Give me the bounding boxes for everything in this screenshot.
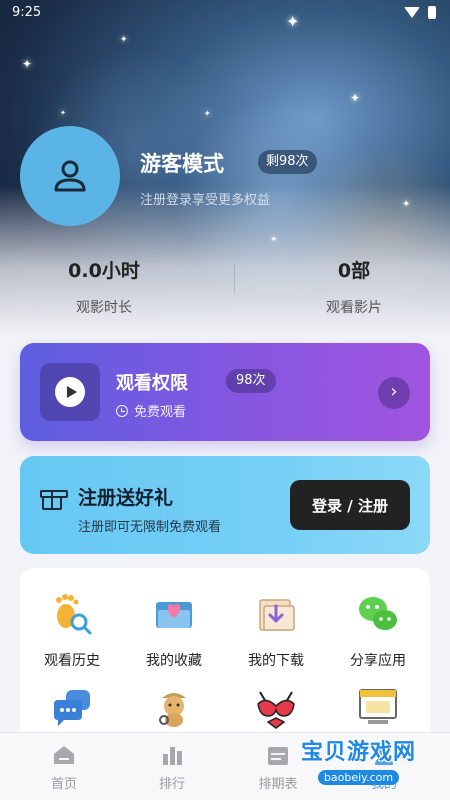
status-bar: 9:25 <box>0 0 450 28</box>
nav-tab-label: 首页 <box>50 777 77 792</box>
wechat-icon <box>356 592 400 636</box>
gift-icon <box>40 490 68 510</box>
star-decoration: ✦ <box>402 199 411 210</box>
grid-item-label: 我的下载 <box>248 653 304 669</box>
stat-value: 0部 <box>337 260 371 282</box>
site-watermark: 宝贝游戏网 baobeiy.com <box>301 734 416 785</box>
battery-icon <box>428 6 436 19</box>
register-gift-card: 注册送好礼 注册即可无限制免费观看 登录 / 注册 <box>20 456 430 554</box>
grid-item-label: 我的收藏 <box>146 653 202 669</box>
register-title: 注册送好礼 <box>78 487 174 509</box>
clock-icon <box>116 404 128 417</box>
footprint-icon <box>50 592 94 636</box>
grid-item-label: 观看历史 <box>44 653 100 669</box>
bra-icon <box>254 686 298 730</box>
star-decoration: ✦ <box>270 235 278 245</box>
stat-label: 观影时长 <box>76 300 132 316</box>
avatar[interactable] <box>20 126 120 226</box>
schedule-icon <box>266 743 290 767</box>
stat-divider <box>234 264 235 294</box>
watch-count-badge: 98次 <box>226 369 276 393</box>
star-decoration: ✦ <box>22 57 33 71</box>
heart-folder-icon <box>152 592 196 636</box>
nav-tab-label: 排期表 <box>258 777 298 792</box>
user-icon <box>54 160 86 192</box>
chat-bubble-icon <box>50 686 94 730</box>
ranking-icon <box>160 743 184 767</box>
grid-item-label: 分享应用 <box>350 653 406 669</box>
detective-dog-icon <box>152 686 196 730</box>
stat-watched-count: 0部 观看影片 <box>284 256 424 317</box>
watermark-url: baobeiy.com <box>317 770 400 785</box>
user-name[interactable]: 游客模式 <box>140 148 224 178</box>
star-decoration: ✦ <box>120 35 128 45</box>
chevron-right-icon[interactable]: › <box>378 377 410 409</box>
remaining-count-badge: 剩98次 <box>258 150 317 174</box>
grid-item-favorites[interactable]: 我的收藏 <box>124 592 224 670</box>
stat-label: 观看影片 <box>326 300 382 316</box>
nav-tab-home[interactable]: 首页 <box>14 743 114 792</box>
nav-tab-ranking[interactable]: 排行 <box>122 743 222 792</box>
register-subtitle: 注册即可无限制免费观看 <box>78 520 222 535</box>
watch-subtitle-text: 免费观看 <box>134 405 187 420</box>
play-icon <box>40 363 100 421</box>
stat-value: 0.0小时 <box>68 260 140 282</box>
watermark-text: 宝贝游戏网 <box>300 740 416 765</box>
status-icons <box>404 6 436 19</box>
login-register-button[interactable]: 登录 / 注册 <box>290 480 410 530</box>
home-icon <box>52 743 76 767</box>
watch-permission-title: 观看权限 <box>116 373 188 394</box>
stat-watch-time: 0.0小时 观影时长 <box>34 256 174 317</box>
wifi-icon <box>404 7 420 18</box>
grid-item-history[interactable]: 观看历史 <box>22 592 122 670</box>
browser-window-icon <box>356 686 400 730</box>
status-time: 9:25 <box>12 5 42 20</box>
grid-item-downloads[interactable]: 我的下载 <box>226 592 326 670</box>
star-decoration: ✦ <box>60 109 66 117</box>
watch-permission-card[interactable]: 观看权限 98次 免费观看 › <box>20 343 430 441</box>
star-decoration: ✦ <box>204 109 211 118</box>
user-subtitle[interactable]: 注册登录享受更多权益 <box>140 189 270 208</box>
watch-permission-subtitle: 免费观看 <box>116 401 186 420</box>
grid-item-share[interactable]: 分享应用 <box>328 592 428 670</box>
nav-tab-label: 排行 <box>158 777 185 792</box>
star-decoration: ✦ <box>350 91 361 105</box>
download-folder-icon <box>254 592 298 636</box>
